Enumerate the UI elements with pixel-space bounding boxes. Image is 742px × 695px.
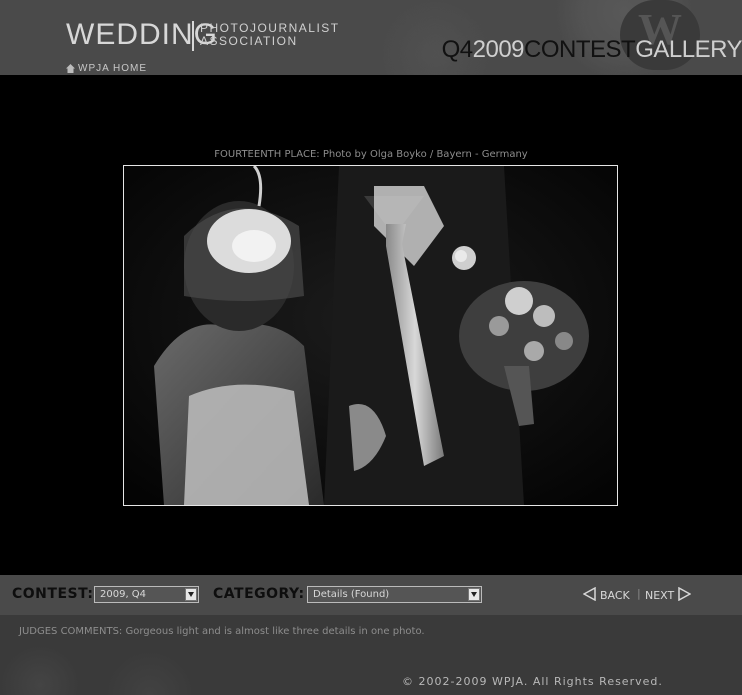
controls-bar: CONTEST: 2009, Q4 CATEGORY: Details (Fou… xyxy=(0,575,742,615)
gallery-title: Q42009CONTESTGALLERY xyxy=(442,36,742,64)
judges-comments: JUDGES COMMENTS: Gorgeous light and is a… xyxy=(19,626,425,637)
chevron-down-icon[interactable] xyxy=(468,588,480,601)
photo-caption: FOURTEENTH PLACE: Photo by Olga Boyko / … xyxy=(214,149,528,160)
home-link-label: WPJA HOME xyxy=(78,63,148,74)
category-label: CATEGORY: xyxy=(213,586,305,602)
gallery-title-gallery: GALLERY xyxy=(635,36,742,63)
contest-label: CONTEST: xyxy=(12,586,94,602)
gallery-title-contest: CONTEST xyxy=(524,36,636,63)
logo-divider xyxy=(192,21,194,51)
category-select-value: Details (Found) xyxy=(313,589,390,600)
triangle-left-icon xyxy=(582,586,596,604)
contest-select[interactable]: 2009, Q4 xyxy=(94,586,199,603)
next-label: NEXT xyxy=(645,589,675,602)
back-label: BACK xyxy=(600,589,630,602)
gallery-title-quarter: Q4 xyxy=(441,36,474,63)
chevron-down-icon[interactable] xyxy=(185,588,197,601)
footer: JUDGES COMMENTS: Gorgeous light and is a… xyxy=(0,615,742,695)
footer-decoration xyxy=(0,645,260,695)
next-button[interactable]: NEXT xyxy=(645,586,692,604)
contest-select-value: 2009, Q4 xyxy=(100,589,147,600)
copyright: © 2002-2009 WPJA. All Rights Reserved. xyxy=(402,675,663,688)
triangle-right-icon xyxy=(678,586,692,604)
logo-subtitle-line2: ASSOCIATION xyxy=(200,34,298,48)
header: W WEDDING PHOTOJOURNALIST ASSOCIATION WP… xyxy=(0,0,742,75)
nav-separator: | xyxy=(637,587,641,600)
logo-subtitle: PHOTOJOURNALIST ASSOCIATION xyxy=(200,22,338,48)
wpja-home-link[interactable]: WPJA HOME xyxy=(66,63,147,74)
back-button[interactable]: BACK xyxy=(582,586,630,604)
logo-wedding: WEDDING xyxy=(66,18,218,51)
gallery-title-year: 2009 xyxy=(472,36,525,63)
home-icon xyxy=(66,64,75,73)
contest-photo xyxy=(123,165,618,506)
category-select[interactable]: Details (Found) xyxy=(307,586,482,603)
